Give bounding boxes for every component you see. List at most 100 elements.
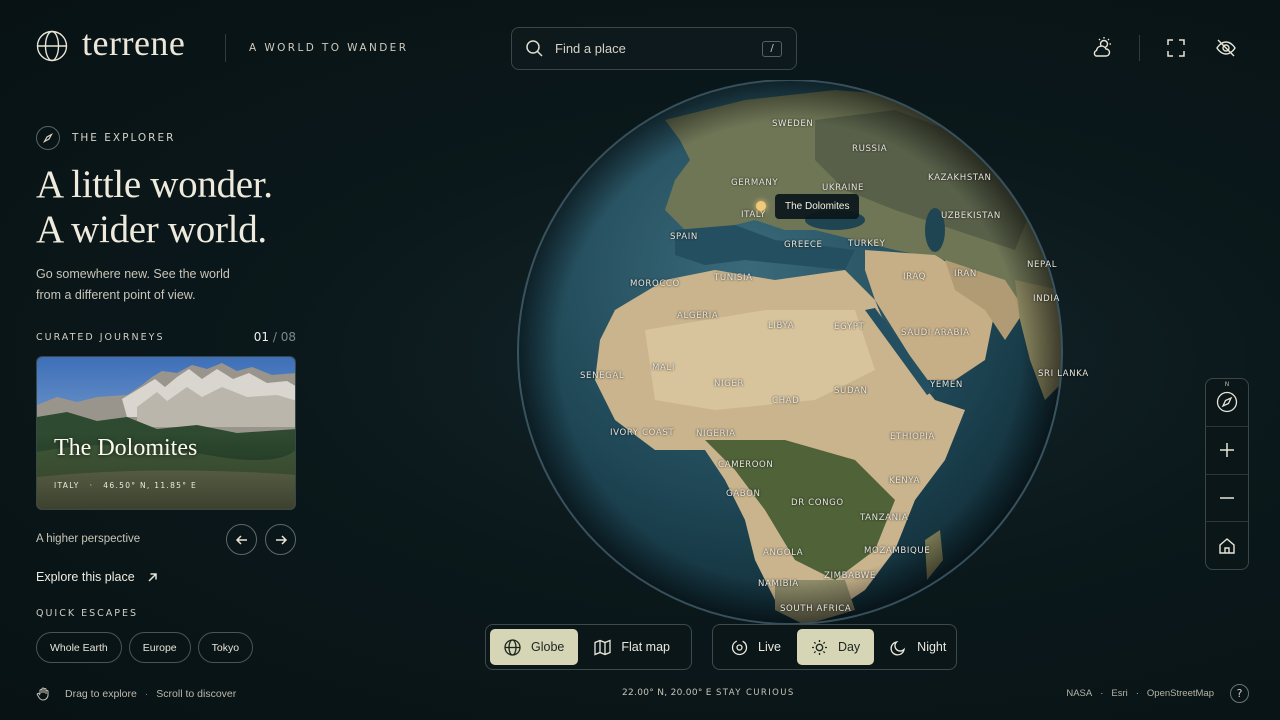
map-label: SAUDI ARABIA [901,328,970,338]
cursor-coordinates: 22.00° N, 20.00° E [622,688,712,698]
credit-separator: · [1135,688,1139,699]
journey-card-country: ITALY [54,481,80,490]
journey-nav [226,524,296,555]
credit-nasa[interactable]: NASA [1066,688,1092,699]
globe-sphere [517,79,1063,625]
explore-place-link[interactable]: Explore this place [36,570,158,584]
map-label: MOZAMBIQUE [864,546,931,556]
toolbar-divider [1139,35,1140,61]
headline-line-1: A little wonder. [36,163,273,206]
journey-card-title: The Dolomites [54,435,198,461]
home-button[interactable] [1206,522,1248,569]
journey-counter: 01 / 08 [254,330,296,344]
globe-logo-icon [36,30,68,62]
curated-journeys-label: CURATED JOURNEYS [36,331,165,343]
map-label: NAMIBIA [758,579,799,589]
credit-esri[interactable]: Esri [1111,688,1127,699]
map-label: IRAQ [903,272,927,282]
curated-journeys-header: CURATED JOURNEYS 01 / 08 [36,330,296,344]
map-label: MALI [652,363,676,373]
help-button[interactable]: ? [1230,684,1249,703]
hint-drag: Drag to explore [65,687,137,700]
map-label: CAMEROON [718,460,774,470]
view-toggle: Globe Flat map [485,624,692,670]
zoom-out-button[interactable] [1206,475,1248,523]
globe-icon [504,638,521,656]
zoom-in-button[interactable] [1206,427,1248,475]
credit-separator: · [1100,688,1104,699]
journey-card-coords: 46.50° N, 11.85° E [103,481,198,490]
day-button[interactable]: Day [796,629,875,665]
night-button[interactable]: Night [876,629,960,665]
map-label: SWEDEN [772,119,814,129]
map-label: RUSSIA [852,144,888,154]
map-label: TURKEY [848,239,886,249]
quick-escapes-label: QUICK ESCAPES [36,608,139,619]
headline: A little wonder. A wider world. [36,162,273,252]
map-label: UKRAINE [822,183,865,193]
logo[interactable]: terrene [36,25,185,62]
map-tooltip: The Dolomites [775,194,860,219]
fullscreen-icon[interactable] [1162,34,1190,62]
map-label: SENEGAL [580,371,625,381]
header-divider [225,34,226,62]
map-label: ITALY [741,210,766,220]
journey-card[interactable]: The Dolomites ITALY · 46.50° N, 11.85° E [36,356,296,510]
minus-icon [1220,497,1234,499]
credit-osm[interactable]: OpenStreetMap [1147,688,1214,699]
search-icon [526,40,543,57]
tagline: A WORLD TO WANDER [249,42,409,54]
interaction-hints: Drag to explore · Scroll to discover [36,686,236,701]
live-button[interactable]: Live [717,629,795,665]
map-label: UZBEKISTAN [941,211,1001,221]
hint-scroll: Scroll to discover [156,687,237,700]
map-label: NEPAL [1027,260,1058,270]
quick-escape-whole-earth[interactable]: Whole Earth [36,632,122,663]
globe-view-label: Globe [531,640,565,654]
map-label: GREECE [784,240,823,250]
quick-escape-europe[interactable]: Europe [128,632,191,663]
search-shortcut-key: / [762,40,782,57]
map-label: SOUTH AFRICA [780,604,852,614]
hand-icon [36,687,49,701]
globe-view[interactable] [515,79,1065,625]
map-label: ZIMBABWE [824,571,876,581]
search-bar[interactable]: / [511,27,797,70]
map-label: ANGOLA [763,548,804,558]
map-label: YEMEN [930,380,963,390]
explorer-label: THE EXPLORER [72,132,176,144]
map-label: IRAN [954,269,977,279]
map-label: SPAIN [670,232,698,242]
journey-card-meta: ITALY · 46.50° N, 11.85° E [54,481,197,490]
location-pin[interactable] [756,201,766,211]
north-label: N [1224,381,1230,388]
map-label: IVORY COAST [610,428,675,438]
arrow-right-icon [275,534,287,545]
quick-escape-tokyo[interactable]: Tokyo [197,632,254,663]
map-label: KENYA [889,476,920,486]
map-label: NIGER [714,379,745,389]
journey-total: / 08 [272,330,296,344]
next-journey-button[interactable] [265,524,296,555]
live-icon [731,639,748,655]
map-icon [594,639,612,655]
prev-journey-button[interactable] [226,524,257,555]
day-label: Day [837,640,861,654]
map-label: TANZANIA [860,513,909,523]
quick-escapes: Whole Earth Europe Tokyo [36,632,254,663]
journey-caption: A higher perspective [36,533,141,545]
map-label: SUDAN [834,386,868,396]
plus-icon [1220,443,1234,458]
search-input[interactable] [555,41,762,56]
map-label: LIBYA [768,321,795,331]
map-label: GABON [726,489,761,499]
arrow-left-icon [235,534,247,545]
subtitle: Go somewhere new. See the world from a d… [36,267,230,302]
time-toggle: Live Day Night [712,624,957,670]
map-label: GERMANY [731,178,779,188]
weather-icon[interactable] [1089,34,1117,62]
hide-ui-icon[interactable] [1212,34,1240,62]
flat-map-button[interactable]: Flat map [580,629,684,665]
globe-view-button[interactable]: Globe [490,629,579,665]
reset-north-button[interactable]: N [1206,379,1248,427]
